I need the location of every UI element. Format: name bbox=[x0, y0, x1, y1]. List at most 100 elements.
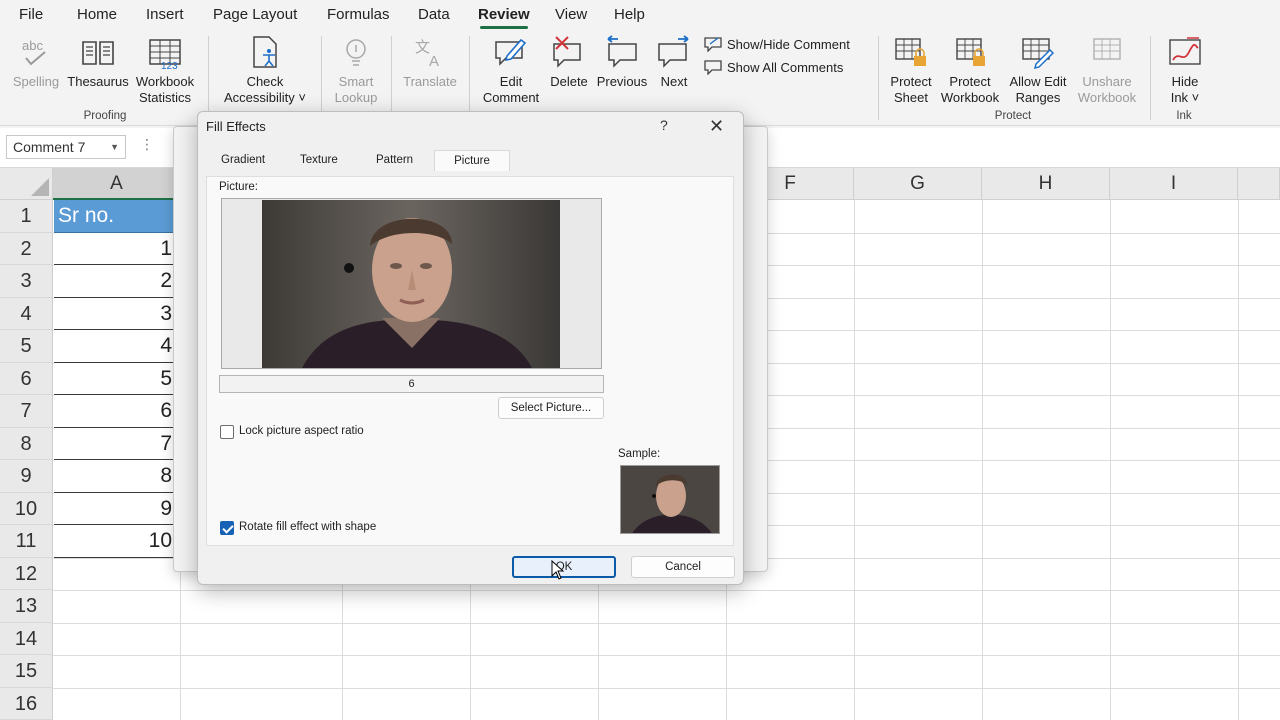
tab-formulas[interactable]: Formulas bbox=[327, 6, 390, 23]
edit-comment-button[interactable]: Edit Comment bbox=[476, 34, 546, 106]
check-accessibility-button[interactable]: Check Accessibility ˅ bbox=[216, 34, 314, 106]
hide-ink-label-2: Ink bbox=[1170, 90, 1189, 105]
previous-comment-button[interactable]: Previous bbox=[594, 34, 650, 90]
spelling-icon: abc bbox=[18, 34, 54, 72]
tab-review[interactable]: Review bbox=[478, 6, 530, 29]
cell-a3[interactable]: 2 bbox=[54, 265, 174, 298]
edit-comment-label-1: Edit bbox=[499, 74, 523, 89]
smart-lookup-button[interactable]: Smart Lookup bbox=[328, 34, 384, 106]
sample-preview bbox=[620, 465, 720, 534]
row-header[interactable]: 3 bbox=[0, 265, 53, 298]
close-icon[interactable]: ✕ bbox=[709, 116, 724, 137]
protect-sheet-icon bbox=[893, 34, 929, 72]
row-header[interactable]: 11 bbox=[0, 525, 53, 558]
select-all-button[interactable] bbox=[0, 168, 53, 200]
more-options-icon[interactable]: ⋮ bbox=[140, 136, 154, 153]
cell-a2[interactable]: 1 bbox=[54, 232, 174, 265]
chevron-down-icon[interactable]: ▼ bbox=[110, 142, 119, 152]
next-comment-button[interactable]: Next bbox=[652, 34, 696, 90]
cell-a6[interactable]: 5 bbox=[54, 362, 174, 395]
workbook-statistics-label-2: Statistics bbox=[138, 90, 191, 105]
show-all-comments-icon bbox=[704, 60, 722, 75]
row-header[interactable]: 9 bbox=[0, 460, 53, 493]
gridline bbox=[53, 655, 1280, 656]
cell-a10[interactable]: 9 bbox=[54, 492, 174, 525]
row-header[interactable]: 7 bbox=[0, 395, 53, 428]
row-header[interactable]: 4 bbox=[0, 297, 53, 330]
show-hide-comment-icon bbox=[704, 37, 722, 52]
column-header-a[interactable]: A bbox=[53, 168, 181, 200]
translate-button[interactable]: 文A Translate bbox=[398, 34, 462, 90]
edit-comment-icon bbox=[493, 34, 529, 72]
tab-view[interactable]: View bbox=[555, 6, 587, 23]
column-header-g[interactable]: G bbox=[854, 168, 982, 200]
help-icon[interactable]: ? bbox=[660, 117, 668, 133]
delete-comment-button[interactable]: Delete bbox=[546, 34, 592, 90]
thesaurus-label: Thesaurus bbox=[67, 74, 129, 89]
tab-data[interactable]: Data bbox=[418, 6, 450, 23]
group-separator bbox=[391, 36, 392, 120]
cell-a1[interactable]: Sr no. bbox=[54, 200, 174, 233]
row-header[interactable]: 13 bbox=[0, 590, 53, 623]
edit-comment-label-2: Comment bbox=[482, 90, 540, 105]
ink-icon bbox=[1167, 34, 1203, 72]
cell-a5[interactable]: 4 bbox=[54, 330, 174, 363]
rotate-fill-label: Rotate fill effect with shape bbox=[239, 521, 377, 533]
cell-a4[interactable]: 3 bbox=[54, 297, 174, 330]
mouse-cursor-icon bbox=[551, 560, 565, 580]
allow-edit-ranges-button[interactable]: Allow Edit Ranges bbox=[1004, 34, 1072, 106]
unshare-workbook-button[interactable]: Unshare Workbook bbox=[1074, 34, 1140, 106]
rotate-fill-checkbox[interactable] bbox=[220, 521, 234, 535]
row-header[interactable]: 16 bbox=[0, 687, 53, 720]
tab-pattern[interactable]: Pattern bbox=[376, 154, 413, 166]
row-header[interactable]: 1 bbox=[0, 200, 53, 233]
protect-workbook-icon bbox=[952, 34, 988, 72]
tab-help[interactable]: Help bbox=[614, 6, 645, 23]
show-hide-comment-button[interactable]: Show/Hide Comment bbox=[704, 36, 850, 52]
name-box[interactable]: Comment 7 ▼ bbox=[6, 135, 126, 159]
lock-aspect-checkbox[interactable] bbox=[220, 425, 234, 439]
cell-a9[interactable]: 8 bbox=[54, 460, 174, 493]
tab-gradient[interactable]: Gradient bbox=[221, 154, 265, 166]
tab-home[interactable]: Home bbox=[77, 6, 117, 23]
allow-edit-ranges-label-2: Ranges bbox=[1015, 90, 1061, 105]
tab-insert[interactable]: Insert bbox=[146, 6, 184, 23]
svg-text:文: 文 bbox=[415, 38, 430, 56]
picture-preview bbox=[221, 198, 602, 369]
group-separator bbox=[321, 36, 322, 120]
row-header[interactable]: 10 bbox=[0, 492, 53, 525]
cancel-button[interactable]: Cancel bbox=[631, 556, 735, 578]
svg-text:abc: abc bbox=[22, 38, 43, 53]
row-header[interactable]: 8 bbox=[0, 427, 53, 460]
protect-sheet-button[interactable]: Protect Sheet bbox=[884, 34, 938, 106]
cell-a11[interactable]: 10 bbox=[54, 525, 174, 558]
cell-a7[interactable]: 6 bbox=[54, 395, 174, 428]
row-header[interactable]: 15 bbox=[0, 655, 53, 688]
thesaurus-button[interactable]: Thesaurus bbox=[66, 34, 130, 90]
tab-picture[interactable]: Picture bbox=[434, 150, 510, 171]
tab-texture[interactable]: Texture bbox=[300, 154, 338, 166]
show-hide-comment-label: Show/Hide Comment bbox=[727, 36, 850, 52]
row-header[interactable]: 2 bbox=[0, 232, 53, 265]
column-header-partial[interactable] bbox=[1238, 168, 1280, 200]
protect-workbook-button[interactable]: Protect Workbook bbox=[936, 34, 1004, 106]
workbook-statistics-button[interactable]: 123 Workbook Statistics bbox=[130, 34, 200, 106]
cell-a8[interactable]: 7 bbox=[54, 427, 174, 460]
protect-workbook-label-2: Workbook bbox=[940, 90, 1000, 105]
row-header[interactable]: 6 bbox=[0, 362, 53, 395]
row-header[interactable]: 14 bbox=[0, 622, 53, 655]
tab-page-layout[interactable]: Page Layout bbox=[213, 6, 297, 23]
row-header[interactable]: 5 bbox=[0, 330, 53, 363]
hide-ink-button[interactable]: Hide Ink ˅ bbox=[1158, 34, 1212, 106]
gridline bbox=[53, 687, 1280, 689]
show-all-comments-button[interactable]: Show All Comments bbox=[704, 59, 843, 75]
column-header-h[interactable]: H bbox=[982, 168, 1110, 200]
tab-file[interactable]: File bbox=[19, 6, 43, 23]
accessibility-icon bbox=[247, 34, 283, 72]
row-header[interactable]: 12 bbox=[0, 557, 53, 590]
select-picture-button[interactable]: Select Picture... bbox=[498, 397, 604, 419]
column-header-i[interactable]: I bbox=[1110, 168, 1238, 200]
spelling-button[interactable]: abc Spelling bbox=[8, 34, 64, 90]
smart-lookup-label-1: Smart bbox=[338, 74, 374, 89]
ribbon-tabs: File Home Insert Page Layout Formulas Da… bbox=[0, 0, 1280, 30]
